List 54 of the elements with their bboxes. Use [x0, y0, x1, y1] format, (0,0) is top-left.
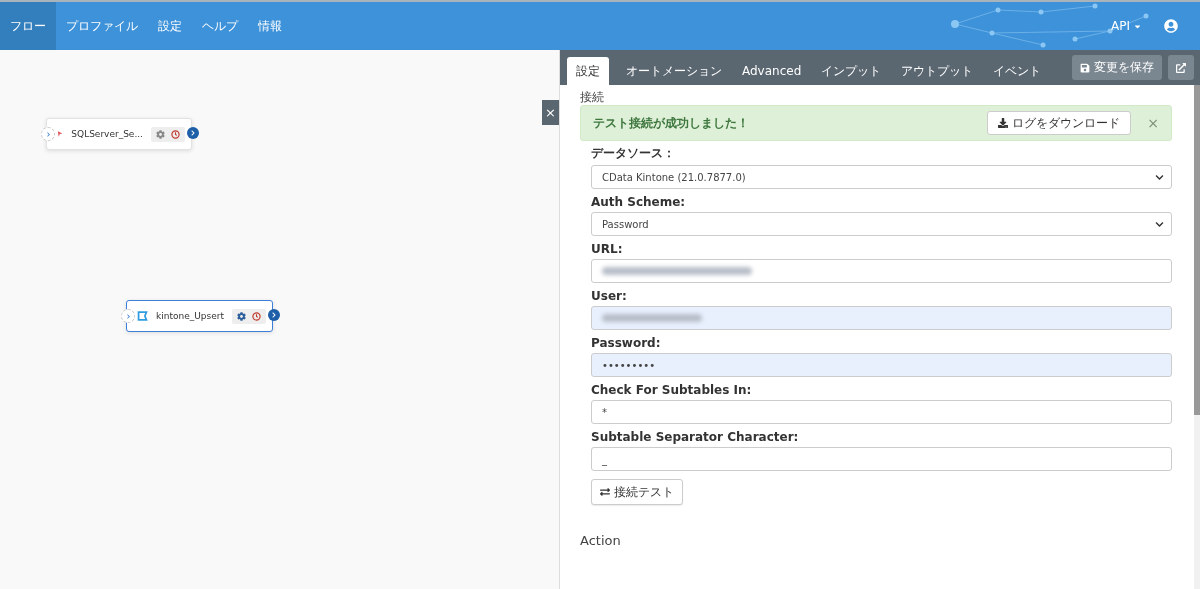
chevron-icon [1155, 219, 1164, 229]
chevron-icon [1155, 172, 1164, 182]
nav-item[interactable]: フロー [0, 2, 56, 50]
input-field[interactable] [591, 259, 1172, 283]
settings-icon[interactable] [156, 129, 165, 139]
clock-icon[interactable] [171, 129, 180, 139]
test-connection-button[interactable]: 接続テスト [591, 479, 683, 505]
panel-tab[interactable]: 設定 [567, 57, 609, 85]
panel-tab[interactable]: アウトプット [892, 57, 983, 85]
nav-item[interactable]: プロファイル [56, 2, 148, 50]
save-button[interactable]: 変更を保存 [1072, 55, 1162, 80]
kintone-icon [137, 310, 149, 322]
nav-item[interactable]: 設定 [148, 2, 192, 50]
section-title: 接続 [580, 91, 605, 103]
close-panel-button[interactable]: × [542, 100, 559, 125]
input-port-icon[interactable] [41, 127, 55, 141]
field-label: URL: [591, 242, 624, 256]
field-label: Password: [591, 336, 662, 350]
nav-item[interactable]: ヘルプ [192, 2, 248, 50]
section-title: Action [580, 533, 622, 548]
external-link-icon [1176, 62, 1186, 73]
download-icon [998, 118, 1009, 128]
select-field[interactable]: CData Kintone (21.0.7877.0) [591, 165, 1172, 189]
open-external-button[interactable] [1168, 55, 1194, 80]
panel-tab[interactable]: Advanced [733, 57, 811, 85]
field-label: Subtable Separator Character: [591, 430, 800, 444]
scrollbar-thumb[interactable] [1194, 85, 1200, 415]
api-menu[interactable]: API [1111, 19, 1142, 33]
settings-icon[interactable] [237, 311, 246, 321]
panel-tab[interactable]: オートメーション [617, 57, 731, 85]
node-name: SQLServer_Se... [71, 129, 143, 139]
panel-tab[interactable]: インプット [812, 57, 891, 85]
flow-node[interactable]: SQLServer_Se... [46, 118, 192, 150]
select-field[interactable]: Password [591, 212, 1172, 236]
nav-item[interactable]: 情報 [248, 2, 292, 50]
save-icon [1080, 62, 1090, 73]
panel-tab[interactable]: イベント [984, 57, 1051, 85]
input-field[interactable]: _ [591, 447, 1172, 471]
field-label: Auth Scheme: [591, 195, 687, 209]
download-log-button[interactable]: ログをダウンロード [987, 111, 1132, 135]
input-port-icon[interactable] [121, 309, 135, 323]
input-field[interactable]: * [591, 400, 1172, 424]
alert-close-button[interactable]: × [1147, 115, 1159, 131]
node-name: kintone_Upsert [156, 311, 224, 321]
input-field[interactable] [591, 306, 1172, 330]
field-label: User: [591, 289, 628, 303]
flow-node[interactable]: kintone_Upsert [126, 300, 273, 332]
alert-message: テスト接続が成功しました！ [593, 114, 750, 132]
user-icon[interactable] [1164, 19, 1178, 33]
input-field[interactable]: ••••••••• [591, 353, 1172, 377]
swap-arrows-icon [600, 487, 610, 497]
field-label: データソース： [591, 145, 676, 162]
field-label: Check For Subtables In: [591, 383, 753, 397]
clock-icon[interactable] [252, 311, 261, 321]
